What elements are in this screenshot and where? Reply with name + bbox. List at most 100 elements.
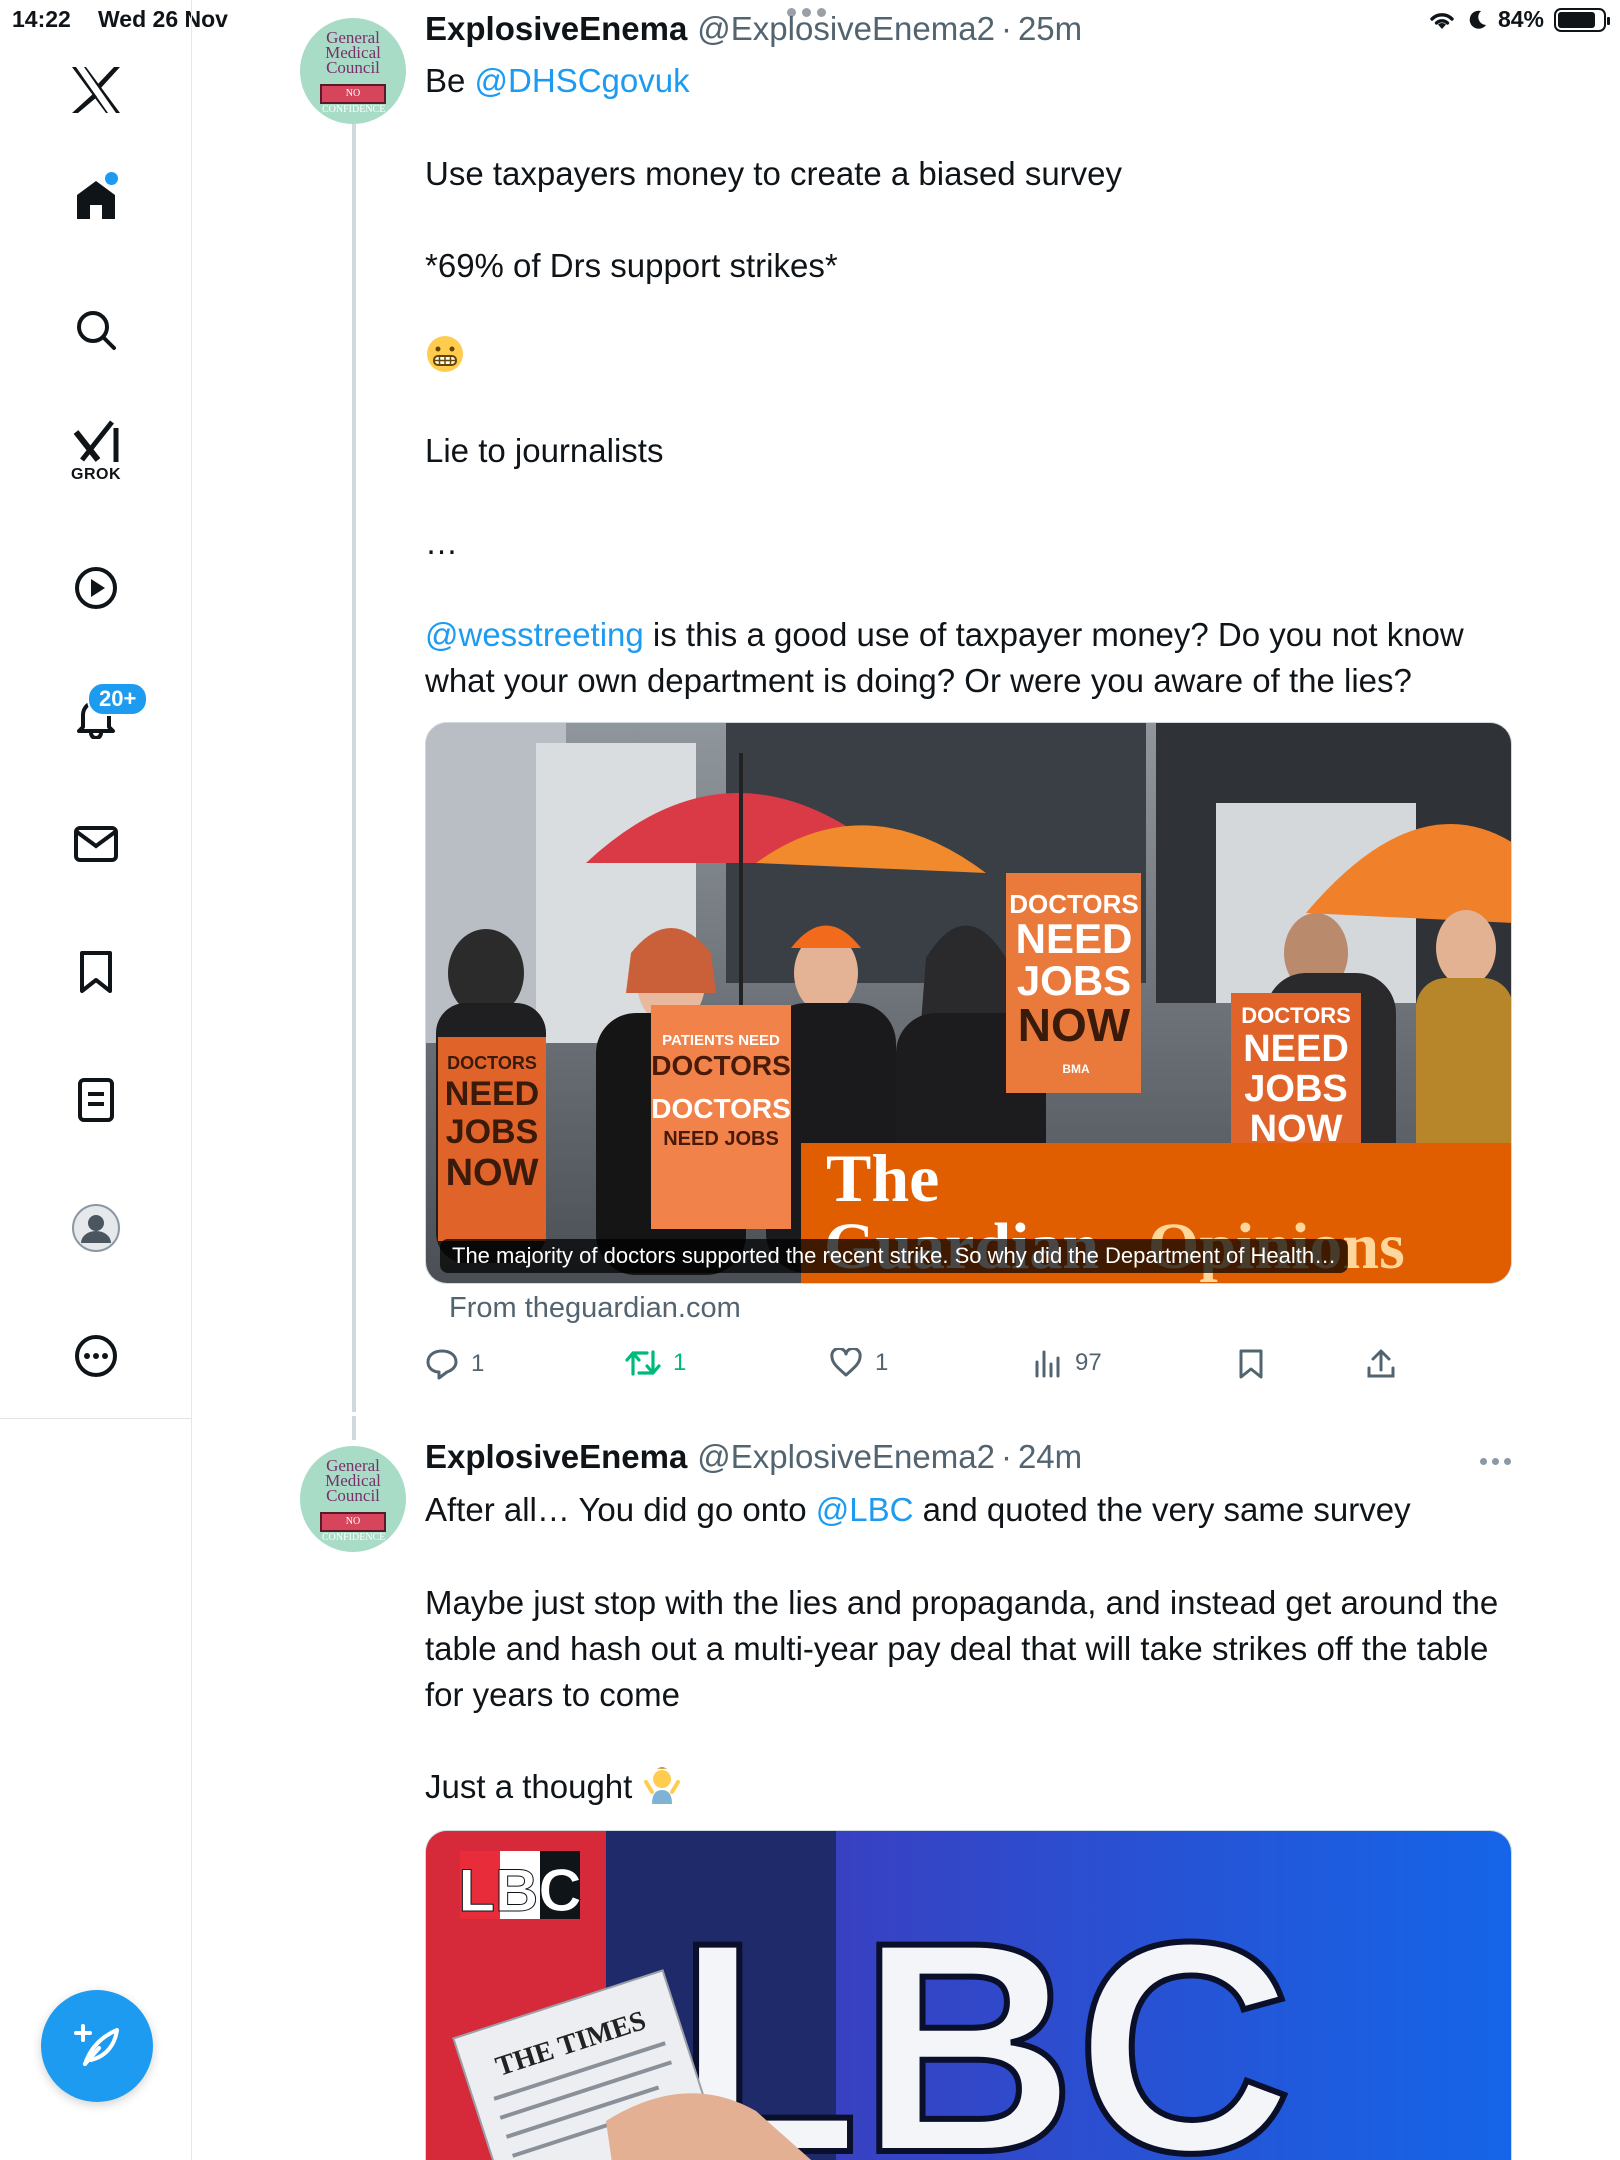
repost-icon (625, 1350, 661, 1376)
mention-link[interactable]: @LBC (816, 1491, 914, 1528)
author-name[interactable]: ExplosiveEnema (425, 10, 687, 48)
x-logo-button[interactable] (56, 50, 136, 130)
author-handle[interactable]: @ExplosiveEnema2 (697, 10, 995, 48)
profile-avatar-icon (72, 1204, 120, 1252)
avatar[interactable]: General Medical Council NO CONFIDENCE (300, 18, 406, 124)
sidebar: GROK 20+ (0, 0, 192, 2160)
grimacing-face-icon (427, 336, 463, 372)
author-name[interactable]: ExplosiveEnema (425, 1438, 687, 1476)
list-icon (78, 1078, 114, 1122)
like-count: 1 (875, 1349, 889, 1376)
avatar-badge: NO CONFIDENCE (320, 1512, 386, 1543)
search-button[interactable] (56, 290, 136, 370)
lists-button[interactable] (56, 1060, 136, 1140)
grimace-emoji (425, 334, 1525, 386)
bookmarks-button[interactable] (56, 932, 136, 1012)
compose-feather-icon (74, 2024, 119, 2066)
repost-count: 1 (673, 1349, 687, 1376)
protest-sign: DOCTORS NEED JOBS NOW (1006, 873, 1141, 1093)
tweet-time[interactable]: 24m (1018, 1438, 1082, 1476)
views-bar-icon (1035, 1350, 1060, 1378)
separator-dot: · (1000, 10, 1012, 47)
tweet-line: Maybe just stop with the lies and propag… (425, 1584, 1508, 1713)
mention-link[interactable]: @wesstreeting (425, 616, 644, 653)
share-button[interactable] (1365, 1348, 1397, 1380)
svg-text:NEED: NEED (1016, 915, 1133, 962)
card-source[interactable]: From theguardian.com (449, 1292, 741, 1325)
home-unread-dot (105, 172, 118, 185)
lbc-logo: LBC (458, 1851, 582, 1925)
profile-button[interactable] (56, 1188, 136, 1268)
sidebar-divider (0, 1418, 192, 1419)
search-icon (77, 311, 116, 350)
tweet-paragraph: Use taxpayers money to create a biased s… (425, 151, 1525, 197)
views-button[interactable]: 97 (1033, 1348, 1102, 1378)
thread-line (352, 124, 356, 1412)
bma-logo-text: BMA (1062, 1062, 1090, 1076)
svg-text:DOCTORS: DOCTORS (651, 1093, 791, 1124)
svg-text:NEED JOBS: NEED JOBS (663, 1128, 779, 1150)
share-icon (1367, 1349, 1395, 1378)
reply-icon (426, 1349, 458, 1380)
more-options-icon[interactable] (1480, 1458, 1511, 1465)
text-span: After all… You did go onto (425, 1491, 816, 1528)
tweet-line: Just a thought (425, 1764, 1525, 1810)
svg-text:JOBS: JOBS (1017, 957, 1131, 1004)
person-shrugging-icon (643, 1767, 680, 1804)
tweet-text: Be @DHSCgovuk (425, 58, 1525, 104)
x-logo-icon (72, 67, 120, 113)
tweet-time[interactable]: 25m (1018, 10, 1082, 48)
tweet-line: Use taxpayers money to create a biased s… (425, 155, 1123, 192)
thread-line-connector (352, 1416, 356, 1440)
text-span: Just a thought (425, 1768, 633, 1805)
grok-button[interactable]: GROK (56, 412, 136, 492)
reply-button[interactable]: 1 (425, 1348, 484, 1380)
protest-sign: DOCTORS NEED JOBS NOW (438, 1037, 546, 1241)
avatar[interactable]: General Medical Council NO CONFIDENCE (300, 1446, 406, 1552)
lbc-big-letters: LBC (676, 1879, 1293, 2160)
tweet-paragraph: @wesstreeting is this a good use of taxp… (425, 612, 1525, 704)
svg-text:NOW: NOW (446, 1152, 539, 1194)
bookmark-icon (1239, 1349, 1263, 1379)
bookmark-icon (80, 951, 112, 993)
separator-dot: · (1000, 1438, 1012, 1475)
battery-icon (1554, 7, 1610, 32)
repost-button[interactable]: 1 (625, 1348, 686, 1378)
video-button[interactable] (56, 548, 136, 628)
compose-post-button[interactable] (41, 1990, 153, 2102)
svg-text:LBC: LBC (458, 1857, 581, 1924)
tweet-header: ExplosiveEnema @ExplosiveEnema2 · 24m (425, 1438, 1082, 1476)
bookmark-button[interactable] (1237, 1348, 1265, 1380)
grok-label: GROK (71, 466, 121, 483)
protest-photo: DOCTORS NEED JOBS NOW PATIENTS NEED DOCT… (426, 723, 1511, 1283)
protest-sign: PATIENTS NEED DOCTORS DOCTORS NEED JOBS (651, 1005, 791, 1229)
home-button[interactable] (56, 160, 136, 240)
svg-text:DOCTORS: DOCTORS (651, 1050, 791, 1081)
text-span: and quoted the very same survey (913, 1491, 1411, 1528)
svg-text:NEED: NEED (445, 1075, 539, 1113)
battery-percent: 84% (1497, 6, 1544, 32)
tweet-paragraph: Maybe just stop with the lies and propag… (425, 1580, 1525, 1718)
mention-link[interactable]: @DHSCgovuk (475, 62, 690, 99)
like-button[interactable]: 1 (829, 1348, 888, 1378)
envelope-icon (74, 826, 118, 862)
svg-text:JOBS: JOBS (1244, 1068, 1347, 1110)
notifications-button[interactable]: 20+ (56, 676, 149, 756)
link-card-image[interactable]: DOCTORS NEED JOBS NOW PATIENTS NEED DOCT… (425, 722, 1512, 1284)
tweet-line: After all… You did go onto @LBC and quot… (425, 1487, 1525, 1533)
messages-button[interactable] (56, 804, 136, 884)
lbc-media[interactable]: LBC LBC THE TIMES (425, 1830, 1512, 2160)
avatar-text-line: Council (326, 1486, 380, 1505)
card-caption: The majority of doctors supported the re… (440, 1239, 1349, 1273)
svg-text:PATIENTS NEED: PATIENTS NEED (662, 1032, 780, 1049)
more-circle-icon (75, 1335, 117, 1377)
tweet-paragraph: *69% of Drs support strikes* (425, 243, 1525, 289)
author-handle[interactable]: @ExplosiveEnema2 (697, 1438, 995, 1476)
moon-icon (1469, 10, 1486, 29)
more-button[interactable] (56, 1316, 136, 1396)
reply-count: 1 (471, 1350, 485, 1377)
lbc-photo: LBC LBC THE TIMES (426, 1831, 1511, 2160)
svg-text:NEED: NEED (1243, 1028, 1349, 1070)
notifications-badge: 20+ (87, 682, 149, 716)
tweet-actions: 1 1 1 97 (425, 1348, 1425, 1384)
